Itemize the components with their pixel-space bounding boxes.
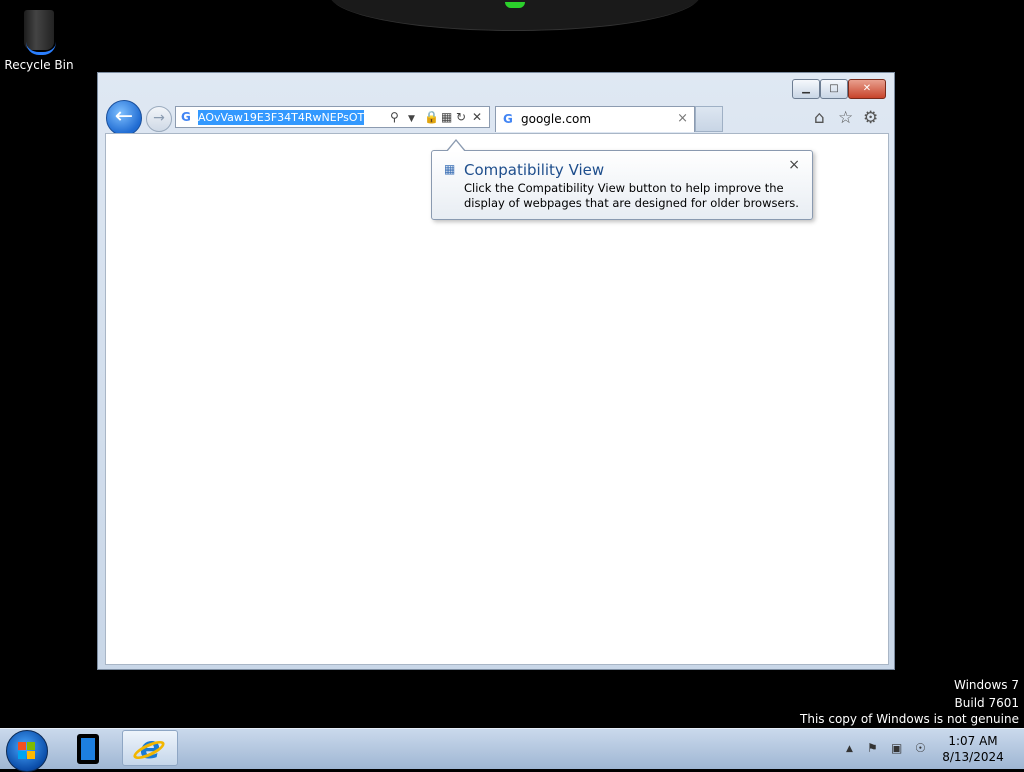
- tooltip-pointer-fill: [447, 141, 465, 152]
- recycle-bin-glow: [26, 42, 56, 55]
- tooltip-title: Compatibility View: [464, 161, 605, 179]
- dock-indicator: [505, 2, 525, 8]
- back-button[interactable]: ←: [106, 100, 142, 136]
- action-center-flag-icon[interactable]: ⚑: [867, 741, 878, 755]
- refresh-icon[interactable]: ↻: [456, 109, 466, 125]
- watermark-line1: Windows 7: [953, 678, 1019, 692]
- favorites-star-icon[interactable]: ☆: [838, 108, 853, 128]
- clock-time: 1:07 AM: [948, 734, 998, 748]
- google-favicon-icon: G: [503, 112, 513, 126]
- url-text-selected[interactable]: AOvVaw19E3F34T4RwNEPsOT_V0EX: [198, 110, 364, 125]
- maximize-button[interactable]: □: [820, 79, 848, 99]
- network-icon[interactable]: ▣: [891, 741, 902, 755]
- compatibility-view-icon[interactable]: ▦: [441, 109, 452, 125]
- stop-icon[interactable]: ✕: [472, 109, 482, 125]
- forward-button[interactable]: →: [146, 106, 172, 132]
- new-tab-button[interactable]: [695, 106, 723, 132]
- start-button[interactable]: [6, 730, 48, 772]
- address-bar[interactable]: G AOvVaw19E3F34T4RwNEPsOT_V0EX ⚲ ▼ 🔒 ▦ ↻…: [175, 106, 490, 128]
- taskbar-internet-explorer[interactable]: e: [122, 730, 178, 766]
- taskbar: e ▲ ⚑ ▣ ☉ 1:07 AM 8/13/2024: [0, 728, 1024, 772]
- system-clock[interactable]: 1:07 AM 8/13/2024: [930, 733, 1016, 765]
- tooltip-body: Click the Compatibility View button to h…: [464, 181, 799, 210]
- minimize-button[interactable]: ▁: [792, 79, 820, 99]
- home-icon[interactable]: ⌂: [814, 108, 825, 128]
- tab-title: google.com: [521, 112, 592, 126]
- compatibility-view-icon: ▦: [444, 162, 456, 176]
- dropdown-arrow-icon[interactable]: ▼: [408, 111, 415, 127]
- recycle-bin[interactable]: Recycle Bin: [4, 6, 74, 76]
- close-window-button[interactable]: ✕: [848, 79, 886, 99]
- tab-google[interactable]: G google.com ×: [495, 106, 695, 132]
- top-dock: [330, 0, 700, 31]
- compatibility-view-tooltip: ▦ Compatibility View × Click the Compati…: [431, 139, 813, 220]
- google-favicon-icon: G: [181, 110, 191, 124]
- watermark-line3: This copy of Windows is not genuine: [800, 712, 1019, 726]
- phone-screen: [81, 738, 95, 760]
- lock-icon[interactable]: 🔒: [424, 109, 439, 125]
- internet-explorer-icon: e: [131, 734, 167, 766]
- phone-app-icon: [77, 734, 99, 764]
- recycle-bin-label: Recycle Bin: [4, 58, 74, 72]
- show-hidden-icons-icon[interactable]: ▲: [846, 744, 853, 754]
- tooltip-close-icon[interactable]: ×: [788, 157, 800, 173]
- ie-ring: [131, 737, 167, 763]
- volume-icon[interactable]: ☉: [915, 741, 926, 755]
- clock-date: 8/13/2024: [942, 750, 1004, 764]
- windows-logo-icon: [18, 742, 36, 760]
- tab-close-icon[interactable]: ×: [677, 111, 688, 126]
- taskbar-phone-app[interactable]: [60, 730, 116, 766]
- tools-gear-icon[interactable]: ⚙: [863, 108, 878, 128]
- watermark-line2: Build 7601: [954, 696, 1019, 710]
- search-icon[interactable]: ⚲: [390, 109, 399, 125]
